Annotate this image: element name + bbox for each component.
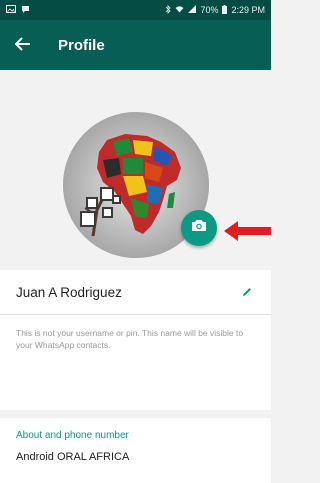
wifi-icon <box>175 5 184 15</box>
signal-icon <box>188 5 197 15</box>
profile-photo-section <box>0 70 271 260</box>
name-row[interactable]: Juan A Rodriguez <box>0 270 271 314</box>
page-title: Profile <box>58 36 105 54</box>
name-card: Juan A Rodriguez This is not your userna… <box>0 270 271 410</box>
profile-name: Juan A Rodriguez <box>16 284 122 300</box>
back-button[interactable] <box>0 20 46 70</box>
image-icon <box>6 5 16 15</box>
change-photo-button[interactable] <box>181 210 217 246</box>
bluetooth-icon <box>165 4 172 16</box>
camera-icon <box>191 219 207 237</box>
pencil-icon[interactable] <box>239 284 255 300</box>
clock: 2:29 PM <box>231 5 265 15</box>
about-value: Android ORAL AFRICA <box>16 451 130 463</box>
about-label: About and phone number <box>16 430 129 441</box>
battery-percent: 70% <box>200 5 219 15</box>
arrow-annotation-icon <box>222 219 271 243</box>
battery-icon <box>222 4 228 16</box>
status-left-icons <box>6 5 30 16</box>
app-bar: Profile <box>0 20 271 70</box>
status-right: 70% 2:29 PM <box>165 4 265 16</box>
chat-icon <box>21 5 30 16</box>
back-arrow-icon <box>14 34 31 57</box>
name-helper-text: This is not your username or pin. This n… <box>16 328 244 350</box>
about-section[interactable]: About and phone number Android ORAL AFRI… <box>0 410 271 483</box>
status-bar: 70% 2:29 PM <box>0 0 271 20</box>
